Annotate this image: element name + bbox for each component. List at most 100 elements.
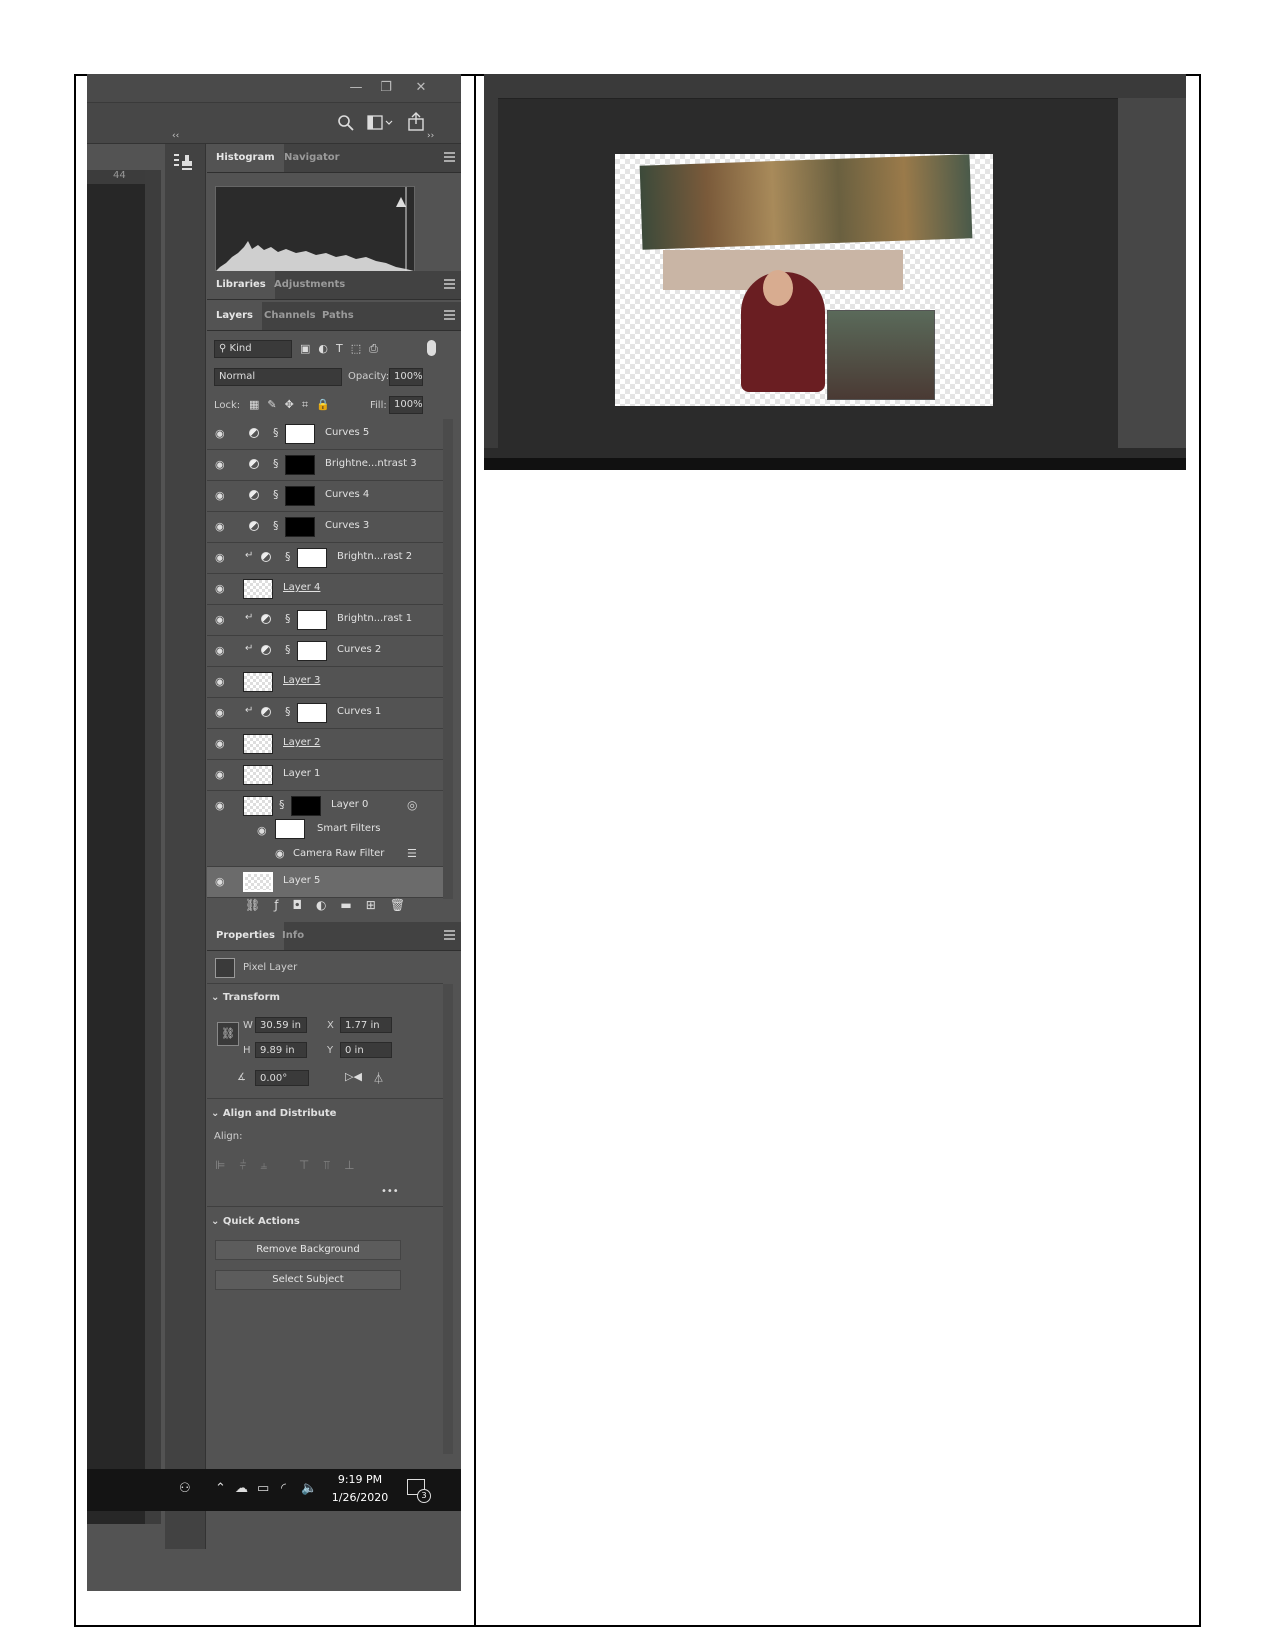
visibility-eye-icon[interactable]: ◉ (215, 490, 227, 502)
layer-row[interactable]: ◉ Layer 3 (207, 667, 443, 698)
workspace-icon[interactable] (367, 115, 395, 131)
layer-thumbnail[interactable] (243, 579, 273, 599)
layer-row[interactable]: ◉ ↵ § Brightn...rast 2 (207, 543, 443, 574)
tab-navigator[interactable]: Navigator (275, 144, 349, 172)
link-icon[interactable]: § (273, 520, 281, 532)
tab-paths[interactable]: Paths (313, 302, 363, 330)
layer-mask-thumbnail[interactable] (297, 641, 327, 661)
layer-thumbnail[interactable] (243, 734, 273, 754)
align-buttons[interactable]: ⊫⫩⫨ ⊤⫪⊥ (215, 1158, 369, 1173)
layer-row[interactable]: ◉ ↵ § Curves 2 (207, 636, 443, 667)
visibility-eye-icon[interactable]: ◉ (257, 825, 269, 837)
link-icon[interactable]: § (285, 551, 293, 563)
visibility-eye-icon[interactable]: ◉ (275, 848, 287, 860)
link-icon[interactable]: § (273, 489, 281, 501)
y-input[interactable]: 0 in (340, 1042, 392, 1058)
layer-row[interactable]: ◉ § Curves 3 (207, 512, 443, 543)
fill-input[interactable]: 100% (389, 396, 423, 414)
layer-mask-thumbnail[interactable] (291, 796, 321, 816)
align-section[interactable]: ⌄ Align and Distribute (211, 1108, 336, 1119)
restore-button[interactable]: ❐ (372, 78, 400, 98)
layer-row[interactable]: ◉ Layer 1 (207, 760, 443, 791)
height-input[interactable]: 9.89 in (255, 1042, 307, 1058)
filter-options-icon[interactable]: ☰ (407, 847, 417, 860)
panel-menu-icon[interactable] (444, 279, 455, 289)
more-options-icon[interactable]: ••• (381, 1186, 399, 1197)
layer-mask-thumbnail[interactable] (285, 486, 315, 506)
remove-background-button[interactable]: Remove Background (215, 1240, 401, 1260)
layer-filter-kind[interactable]: ⚲ Kind (214, 340, 292, 358)
visibility-eye-icon[interactable]: ◉ (215, 521, 227, 533)
volume-icon[interactable]: 🔈 (301, 1481, 317, 1496)
tab-adjustments[interactable]: Adjustments (265, 271, 354, 299)
visibility-eye-icon[interactable]: ◉ (215, 645, 227, 657)
close-button[interactable]: ✕ (407, 78, 435, 98)
collapse-left-icon[interactable]: ‹‹ (172, 131, 179, 141)
minimize-button[interactable]: — (342, 78, 370, 98)
visibility-eye-icon[interactable]: ◉ (215, 800, 227, 812)
onedrive-icon[interactable]: ☁ (235, 1481, 248, 1496)
visibility-eye-icon[interactable]: ◉ (215, 614, 227, 626)
filter-toggle[interactable] (427, 340, 436, 356)
visibility-eye-icon[interactable]: ◉ (215, 707, 227, 719)
layer-mask-thumbnail[interactable] (285, 455, 315, 475)
panel-menu-icon[interactable] (444, 930, 455, 940)
link-icon[interactable]: § (285, 613, 293, 625)
people-icon[interactable]: ⚇ (179, 1481, 191, 1496)
layer-mask-thumbnail[interactable] (285, 517, 315, 537)
layer-row[interactable]: ◉ Layer 4 (207, 574, 443, 605)
panel-menu-icon[interactable] (444, 310, 455, 320)
visibility-eye-icon[interactable]: ◉ (215, 738, 227, 750)
layer-row[interactable]: ◉ § Curves 5 (207, 419, 443, 450)
layer-row[interactable]: ◉ ↵ § Brightn...rast 1 (207, 605, 443, 636)
share-icon[interactable] (407, 112, 425, 132)
layer-thumbnail[interactable] (243, 672, 273, 692)
layer-row[interactable]: ◉ § Curves 4 (207, 481, 443, 512)
wifi-icon[interactable]: ◜ (281, 1481, 286, 1496)
clock-date[interactable]: 1/26/2020 (331, 1491, 389, 1504)
properties-scrollbar[interactable] (443, 984, 453, 1454)
flip-horizontal-icon[interactable]: ▷◀ (345, 1070, 362, 1083)
visibility-eye-icon[interactable]: ◉ (215, 583, 227, 595)
tab-info[interactable]: Info (273, 922, 313, 950)
layer-mask-thumbnail[interactable] (297, 610, 327, 630)
visibility-eye-icon[interactable]: ◉ (215, 459, 227, 471)
smart-filters-row[interactable]: ◉ Smart Filters (207, 816, 443, 842)
visibility-eye-icon[interactable]: ◉ (215, 552, 227, 564)
clone-source-icon[interactable] (173, 152, 195, 172)
link-icon[interactable]: § (273, 427, 281, 439)
camera-raw-filter-row[interactable]: ◉ Camera Raw Filter ☰ (207, 842, 443, 867)
link-icon[interactable]: § (285, 706, 293, 718)
angle-input[interactable]: 0.00° (255, 1070, 309, 1086)
link-icon[interactable]: § (273, 458, 281, 470)
flip-vertical-icon[interactable]: ⏃ (373, 1070, 384, 1086)
tab-layers[interactable]: Layers (207, 302, 262, 330)
lock-icons[interactable]: ▦✎✥⌗🔒 (249, 398, 338, 412)
battery-icon[interactable]: ▭ (257, 1481, 269, 1496)
canvas-scrollbar[interactable] (145, 170, 161, 1524)
layer-row-layer-5[interactable]: ◉ Layer 5 (207, 867, 443, 898)
link-icon[interactable]: § (285, 644, 293, 656)
layer-row[interactable]: ◉ § Brightne...ntrast 3 (207, 450, 443, 481)
clock-time[interactable]: 9:19 PM (331, 1473, 389, 1486)
transform-section[interactable]: ⌄ Transform (211, 992, 280, 1003)
layer-mask-thumbnail[interactable] (285, 424, 315, 444)
layers-footer-icons[interactable]: ⛓ƒ◘◐▬⊞🗑 (245, 898, 419, 912)
collapse-right-icon[interactable]: ›› (427, 131, 434, 141)
layer-row[interactable]: ◉ ↵ § Curves 1 (207, 698, 443, 729)
layer-thumbnail[interactable] (243, 765, 273, 785)
link-dimensions-icon[interactable]: ⛓ (217, 1022, 239, 1046)
link-icon[interactable]: § (279, 799, 287, 811)
layer-mask-thumbnail[interactable] (297, 548, 327, 568)
visibility-eye-icon[interactable]: ◉ (215, 876, 227, 888)
filter-icons[interactable]: ▣◐T⬚⎙ (300, 342, 386, 356)
panel-menu-icon[interactable] (444, 152, 455, 162)
quick-actions-section[interactable]: ⌄ Quick Actions (211, 1216, 300, 1227)
width-input[interactable]: 30.59 in (255, 1017, 307, 1033)
chevron-up-icon[interactable]: ⌃ (215, 1481, 226, 1496)
tab-histogram[interactable]: Histogram (207, 144, 284, 172)
x-input[interactable]: 1.77 in (340, 1017, 392, 1033)
layers-scrollbar[interactable] (443, 419, 453, 899)
blend-mode-select[interactable]: Normal (214, 368, 342, 386)
search-icon[interactable] (337, 114, 355, 132)
